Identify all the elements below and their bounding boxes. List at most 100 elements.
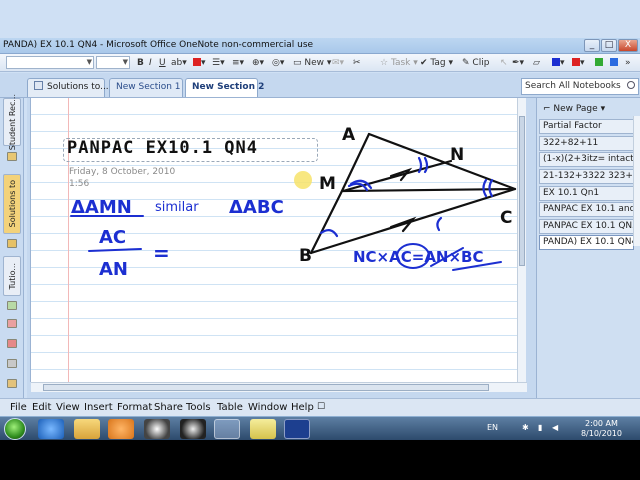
help-search-icon[interactable]: ☐ bbox=[317, 402, 325, 412]
page-tab[interactable]: 21-132+3322 323+3 bbox=[539, 169, 634, 184]
search-icon[interactable] bbox=[627, 81, 635, 89]
taskbar: EN ✱ ▮ ◀ 2:00 AM 8/10/2010 bbox=[0, 416, 640, 440]
angle-mark-bc bbox=[436, 216, 443, 232]
shapes-icon[interactable] bbox=[610, 57, 618, 69]
page-list-scrollbar[interactable] bbox=[633, 116, 640, 246]
marker-icon[interactable]: ▾ bbox=[572, 57, 585, 69]
page-tab-active[interactable]: PANDA) EX 10.1 QN4 bbox=[539, 235, 634, 250]
menu-table[interactable]: Table bbox=[217, 402, 243, 413]
page-tab[interactable]: 322+82+11 bbox=[539, 136, 634, 151]
page-tab[interactable]: EX 10.1 Qn1 bbox=[539, 186, 634, 201]
notebook-icon[interactable] bbox=[7, 319, 17, 328]
menu-file[interactable]: File bbox=[10, 402, 27, 413]
link-icon[interactable]: ⊕▾ bbox=[252, 57, 264, 69]
pointer-icon[interactable]: ↖ bbox=[500, 57, 508, 69]
notebook-icon[interactable] bbox=[7, 339, 17, 348]
vertical-scrollbar[interactable] bbox=[517, 98, 526, 382]
notebook-icon[interactable] bbox=[7, 152, 17, 161]
chevron-down-icon[interactable]: ▾ bbox=[601, 104, 606, 114]
bold-button[interactable]: B bbox=[137, 57, 144, 69]
hp-icon[interactable] bbox=[144, 419, 170, 439]
notebook-label: Student Rec... bbox=[7, 93, 17, 151]
formatting-toolbar: ▼ ▼ B I U ab▾ ▾ ☰▾ ≡▾ ⊕▾ ◎▾ ▭ New ▾ ✉▾ ✂… bbox=[0, 54, 640, 72]
note-page[interactable]: PANPAC EX10.1 QN4 Friday, 8 October, 201… bbox=[30, 98, 526, 382]
font-color-icon[interactable]: ▾ bbox=[193, 57, 206, 69]
menu-edit[interactable]: Edit bbox=[32, 402, 51, 413]
scroll-thumb[interactable] bbox=[519, 116, 525, 266]
highlighter-icon[interactable] bbox=[595, 57, 603, 69]
language-indicator[interactable]: EN bbox=[487, 423, 498, 432]
network-icon[interactable]: ▮ bbox=[538, 423, 542, 432]
notebook-student-rec[interactable]: Student Rec... bbox=[3, 94, 21, 150]
menu-window[interactable]: Window bbox=[248, 402, 287, 413]
notebook-sidebar: Student Rec... Solutions to Tutio... bbox=[0, 94, 24, 398]
page-tab[interactable]: Partial Factor bbox=[539, 119, 634, 134]
file-explorer-icon[interactable] bbox=[74, 419, 100, 439]
notebook-icon[interactable] bbox=[7, 359, 17, 368]
tab-label: New Section 2 bbox=[192, 82, 265, 92]
menu-help[interactable]: Help bbox=[291, 402, 314, 413]
notebook-icon[interactable] bbox=[7, 379, 17, 388]
internet-explorer-icon[interactable] bbox=[38, 419, 64, 439]
maximize-button[interactable]: □ bbox=[601, 39, 617, 52]
numbering-icon[interactable]: ≡▾ bbox=[232, 57, 244, 69]
toolbar-options-icon[interactable]: » bbox=[625, 57, 631, 69]
pen-icon[interactable]: ✒▾ bbox=[512, 57, 524, 69]
scroll-thumb[interactable] bbox=[43, 384, 489, 391]
menu-insert[interactable]: Insert bbox=[84, 402, 113, 413]
menu-format[interactable]: Format bbox=[117, 402, 152, 413]
vertex-c: C bbox=[500, 208, 512, 228]
page-tab[interactable]: PANPAC EX 10.1 QN3 bbox=[539, 219, 634, 234]
notebook-tutio[interactable]: Tutio... bbox=[3, 256, 21, 296]
media-player-icon[interactable] bbox=[108, 419, 134, 439]
page-tab[interactable]: (1-x)(2+3itz= intact B bbox=[539, 152, 634, 167]
attach-icon[interactable]: ◎▾ bbox=[272, 57, 284, 69]
font-size-dropdown[interactable]: ▼ bbox=[96, 56, 130, 69]
tab-new-section-1[interactable]: New Section 1 bbox=[109, 78, 183, 97]
horizontal-scrollbar[interactable] bbox=[31, 382, 527, 392]
ink-drawing: A N M C B ΔAMN similar ΔABC AC AN = NC×A… bbox=[70, 125, 517, 280]
tab-solutions[interactable]: Solutions to... bbox=[27, 78, 109, 97]
highlight-icon[interactable]: ab▾ bbox=[171, 57, 187, 69]
ink-equals: = bbox=[153, 241, 170, 265]
menu-tools[interactable]: Tools bbox=[186, 402, 211, 413]
tag-button[interactable]: ✔ Tag ▾ bbox=[420, 57, 453, 69]
eraser-icon[interactable]: ▱ bbox=[533, 57, 540, 69]
new-page-button[interactable]: ▭ New ▾ bbox=[293, 57, 331, 69]
notebook-label: Solutions to bbox=[7, 180, 17, 228]
tab-new-section-2[interactable]: New Section 2 bbox=[185, 78, 264, 97]
notebook-solutions-to[interactable]: Solutions to bbox=[3, 174, 21, 234]
italic-button[interactable]: I bbox=[149, 57, 152, 69]
volume-icon[interactable]: ◀ bbox=[552, 423, 558, 432]
triangle-side-ac bbox=[367, 132, 517, 191]
menu-share[interactable]: Share bbox=[154, 402, 183, 413]
angle-mark-n bbox=[417, 156, 423, 174]
bullets-icon[interactable]: ☰▾ bbox=[212, 57, 225, 69]
clip-label: Clip bbox=[472, 58, 490, 68]
page-tab[interactable]: PANPAC EX 10.1 and bbox=[539, 202, 634, 217]
underline-button[interactable]: U bbox=[159, 57, 166, 69]
chrome-icon[interactable] bbox=[180, 419, 206, 439]
ink-fraction-bar bbox=[88, 248, 142, 252]
task-button[interactable]: ☆ Task ▾ bbox=[380, 57, 418, 69]
menu-view[interactable]: View bbox=[56, 402, 80, 413]
screen-recorder-icon[interactable] bbox=[284, 419, 310, 439]
search-input[interactable]: Search All Notebooks bbox=[521, 78, 639, 95]
start-button[interactable] bbox=[4, 418, 26, 440]
style-dropdown[interactable]: ▼ bbox=[6, 56, 94, 69]
send-icon[interactable]: ✉▾ bbox=[332, 57, 344, 69]
notes-icon[interactable] bbox=[250, 419, 276, 439]
close-button[interactable]: X bbox=[618, 39, 638, 52]
pen-color-icon[interactable]: ▾ bbox=[552, 57, 565, 69]
page-area: PANPAC EX10.1 QN4 Friday, 8 October, 201… bbox=[27, 98, 536, 398]
screen-clip-icon[interactable]: ✂ bbox=[353, 57, 361, 69]
new-page-button[interactable]: ⌐ New Page ▾ bbox=[539, 102, 637, 116]
system-clock[interactable]: 2:00 AM 8/10/2010 bbox=[581, 419, 622, 439]
minimize-button[interactable]: _ bbox=[584, 39, 600, 52]
search-placeholder: Search All Notebooks bbox=[525, 81, 621, 91]
bluetooth-icon[interactable]: ✱ bbox=[522, 423, 529, 432]
onenote-task-icon[interactable] bbox=[214, 419, 240, 439]
notebook-icon[interactable] bbox=[7, 301, 17, 310]
notebook-icon[interactable] bbox=[7, 239, 17, 248]
clip-button[interactable]: ✎ Clip bbox=[462, 57, 489, 69]
